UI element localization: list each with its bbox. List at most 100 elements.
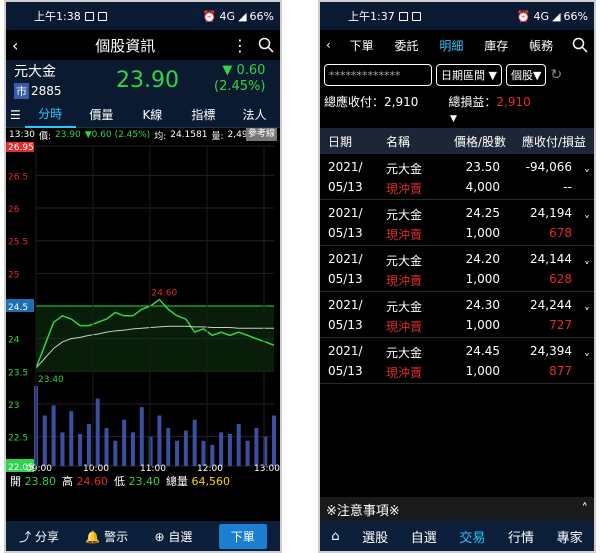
col-price: 價格/股數	[453, 134, 506, 149]
x-tick-label: 10:00	[83, 464, 109, 472]
volume-bar	[201, 440, 206, 466]
volume-bar	[227, 434, 232, 466]
alert-button[interactable]: 🔔 警示	[85, 528, 128, 545]
signal-icon: ◢	[552, 9, 561, 23]
low-value: 23.40	[128, 475, 161, 488]
price-change-pct: (2.45%)	[214, 79, 266, 94]
bottom-toolbar: ⤴ 分享 🔔 警示 ⊕ 自選 下單	[6, 521, 280, 551]
trade-name: 元大金	[386, 300, 423, 314]
price-change: ▼ 0.60	[222, 63, 266, 78]
nav-market[interactable]: 行情	[508, 527, 534, 546]
trade-receivable: -94,066	[525, 160, 572, 174]
trade-nav: ‹ 下單 委託 明細 庫存 帳務	[320, 30, 594, 60]
refresh-icon[interactable]: ↻	[550, 67, 562, 83]
stock-name: 元大金	[14, 63, 56, 80]
chevron-down-icon[interactable]: ˅	[584, 306, 590, 320]
market-badge: 市	[14, 82, 29, 99]
trade-price: 24.45	[465, 344, 500, 358]
volume-bar	[60, 432, 65, 466]
volume-bar	[175, 440, 180, 466]
col-receivable: 應收付/損益	[521, 134, 586, 149]
account-select[interactable]: *************	[324, 64, 432, 86]
type-select[interactable]: 個股▼	[505, 64, 547, 86]
tab-price-volume[interactable]: 價量	[76, 103, 127, 127]
y-tick-label: 24.5	[8, 303, 28, 313]
nav-entrust[interactable]: 委託	[393, 37, 421, 54]
volume-bar	[219, 432, 224, 466]
tab-indicators[interactable]: 指標	[178, 103, 229, 127]
high-label: 高	[62, 475, 73, 488]
nav-account[interactable]: 帳務	[527, 37, 555, 54]
trade-row[interactable]: 2021/05/13 元大金 現沖賣 24.45 1,000 24,394 877 ˅	[320, 338, 594, 384]
chevron-down-icon[interactable]: ˅	[584, 260, 590, 274]
nav-order[interactable]: 下單	[348, 37, 376, 54]
trade-row[interactable]: 2021/05/13 元大金 現沖賣 23.50 4,000 -94,066 -- ˅	[320, 154, 594, 200]
info-time: 13:30	[9, 130, 35, 140]
trade-date-year: 2021/	[328, 252, 363, 266]
trade-date-year: 2021/	[328, 160, 363, 174]
back-icon[interactable]: ‹	[326, 38, 331, 52]
share-label: 分享	[35, 529, 60, 544]
chevron-down-icon[interactable]: ˅	[584, 352, 590, 366]
menu-icon[interactable]: ☰	[6, 108, 25, 122]
watchlist-label: 自選	[168, 529, 193, 544]
alert-label: 警示	[104, 529, 129, 544]
trade-name: 元大金	[386, 162, 423, 176]
volume-bar	[104, 428, 109, 466]
low-annotation: 23.40	[38, 375, 64, 385]
notification-icon	[84, 11, 94, 21]
volume-bar	[122, 419, 127, 466]
search-icon[interactable]	[572, 37, 588, 53]
tab-intraday[interactable]: 分時	[24, 102, 76, 128]
nav-expert[interactable]: 專家	[557, 527, 583, 546]
nav-stock-pick[interactable]: 選股	[362, 527, 388, 546]
nav-inventory[interactable]: 庫存	[482, 37, 510, 54]
nav-details[interactable]: 明細	[437, 37, 465, 54]
volume-bar	[42, 415, 47, 466]
trade-price: 24.20	[465, 252, 500, 266]
home-icon[interactable]: ⌂	[331, 529, 339, 544]
share-button[interactable]: ⤴ 分享	[19, 528, 59, 545]
reference-line-button[interactable]: 參考線	[245, 128, 277, 141]
intraday-chart[interactable]: 26.95 26.5 26 25.5 25 24.5 24 23.5 23 22.5 22.05 24…	[6, 139, 280, 474]
notice-bar[interactable]: ※注意事項※ ˄	[320, 497, 594, 521]
nav-trade[interactable]: 交易	[459, 527, 485, 546]
title-bar: ‹ 個股資訊 ⋮	[6, 30, 280, 60]
receivable-value: 2,910	[384, 94, 419, 109]
high-value: 24.60	[76, 475, 109, 488]
trade-receivable: 24,244	[530, 298, 572, 312]
trade-name: 元大金	[386, 346, 423, 360]
volume-bar	[113, 440, 118, 466]
more-icon[interactable]: ⋮	[232, 36, 248, 55]
trade-date-day: 05/13	[328, 318, 363, 332]
trade-row[interactable]: 2021/05/13 元大金 現沖賣 24.25 1,000 24,194 678 ˅	[320, 200, 594, 246]
date-range-select[interactable]: 日期區間 ▼	[436, 64, 502, 86]
volume-bar	[192, 419, 197, 466]
trade-shares: 1,000	[465, 364, 500, 378]
expand-icon[interactable]: ▼	[450, 114, 457, 124]
volume-bar	[272, 415, 276, 466]
chevron-down-icon[interactable]: ˅	[584, 168, 590, 182]
search-icon[interactable]	[258, 37, 274, 53]
tab-institutional[interactable]: 法人	[229, 103, 280, 127]
nav-watchlist[interactable]: 自選	[411, 527, 437, 546]
high-annotation: 24.60	[151, 288, 177, 298]
watchlist-button[interactable]: ⊕ 自選	[155, 528, 193, 545]
info-price: 23.90	[54, 130, 81, 140]
app-icon	[411, 11, 421, 21]
pl-label: 總損益：	[448, 94, 497, 109]
tab-kline[interactable]: K線	[127, 103, 178, 127]
trade-date-day: 05/13	[328, 180, 363, 194]
trade-date-year: 2021/	[328, 344, 363, 358]
y-tick-label: 23	[8, 401, 19, 411]
notification-icon	[398, 11, 408, 21]
notice-label: ※注意事項※	[326, 503, 400, 519]
chevron-down-icon[interactable]: ˅	[584, 214, 590, 228]
trade-row[interactable]: 2021/05/13 元大金 現沖賣 24.30 1,000 24,244 727 ˅	[320, 292, 594, 338]
trade-type: 現沖賣	[386, 366, 423, 380]
order-button[interactable]: 下單	[218, 523, 267, 549]
back-icon[interactable]: ‹	[12, 36, 18, 55]
trade-row[interactable]: 2021/05/13 元大金 現沖賣 24.20 1,000 24,144 628 ˅	[320, 246, 594, 292]
volume-bar	[166, 428, 171, 466]
network-label: 4G	[533, 9, 550, 23]
